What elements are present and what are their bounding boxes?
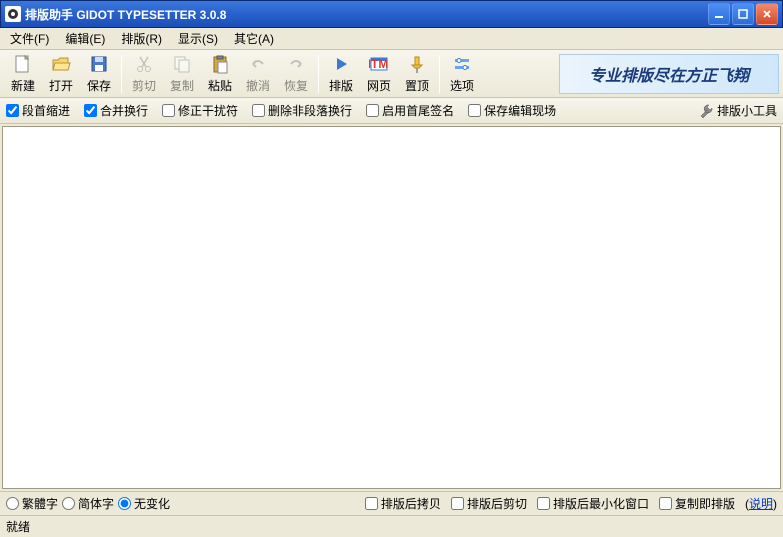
bottombar: 繁體字 简体字 无变化 排版后拷贝 排版后剪切 排版后最小化窗口 复制即排版 (… — [0, 491, 783, 515]
opt-indent[interactable]: 段首缩进 — [6, 102, 70, 119]
opt-enabsig[interactable]: 启用首尾签名 — [366, 102, 454, 119]
toolbar: 新建 打开 保存 剪切 复制 粘贴 撤消 恢复 排版 HTML 网页 置顶 — [0, 50, 783, 98]
window-title: 排版助手 GIDOT TYPESETTER 3.0.8 — [25, 6, 706, 23]
chk-copyafter[interactable] — [365, 497, 378, 510]
cut-button[interactable]: 剪切 — [126, 52, 162, 96]
close-button[interactable] — [756, 3, 778, 25]
chk-delnonpara[interactable] — [252, 104, 265, 117]
banner[interactable]: 专业排版尽在方正飞翔 — [559, 54, 779, 94]
undo-button[interactable]: 撤消 — [240, 52, 276, 96]
cut-icon — [133, 53, 155, 75]
copy-icon — [171, 53, 193, 75]
paste-icon — [209, 53, 231, 75]
undo-icon — [247, 53, 269, 75]
chk-indent[interactable] — [6, 104, 19, 117]
opt-fixsym[interactable]: 修正干扰符 — [162, 102, 238, 119]
menu-edit[interactable]: 编辑(E) — [57, 28, 113, 49]
paste-button[interactable]: 粘贴 — [202, 52, 238, 96]
menu-view[interactable]: 显示(S) — [170, 28, 226, 49]
open-button[interactable]: 打开 — [43, 52, 79, 96]
radio-trad[interactable]: 繁體字 — [6, 495, 58, 512]
options-button[interactable]: 选项 — [444, 52, 480, 96]
status-text: 就绪 — [6, 518, 30, 535]
open-icon — [50, 53, 72, 75]
opt-delnonpara[interactable]: 删除非段落换行 — [252, 102, 352, 119]
statusbar: 就绪 — [0, 515, 783, 537]
opt-savescene[interactable]: 保存编辑现场 — [468, 102, 556, 119]
maximize-button[interactable] — [732, 3, 754, 25]
opt-copytypeset[interactable]: 复制即排版 — [659, 495, 735, 512]
new-icon — [12, 53, 34, 75]
optionbar: 段首缩进 合并换行 修正干扰符 删除非段落换行 启用首尾签名 保存编辑现场 排版… — [0, 98, 783, 124]
html-icon: HTML — [368, 53, 390, 75]
copy-button[interactable]: 复制 — [164, 52, 200, 96]
html-button[interactable]: HTML 网页 — [361, 52, 397, 96]
save-button[interactable]: 保存 — [81, 52, 117, 96]
play-icon — [330, 53, 352, 75]
svg-text:HTML: HTML — [369, 57, 389, 71]
typeset-button[interactable]: 排版 — [323, 52, 359, 96]
radio-none[interactable]: 无变化 — [118, 495, 170, 512]
minimize-button[interactable] — [708, 3, 730, 25]
chk-fixsym[interactable] — [162, 104, 175, 117]
wrench-icon — [698, 103, 714, 119]
chk-copytypeset[interactable] — [659, 497, 672, 510]
app-icon — [5, 6, 21, 22]
pin-icon — [406, 53, 428, 75]
opt-minafter[interactable]: 排版后最小化窗口 — [537, 495, 649, 512]
separator — [121, 55, 122, 93]
menu-other[interactable]: 其它(A) — [226, 28, 282, 49]
menubar: 文件(F) 编辑(E) 排版(R) 显示(S) 其它(A) — [0, 28, 783, 50]
opt-copyafter[interactable]: 排版后拷贝 — [365, 495, 441, 512]
redo-button[interactable]: 恢复 — [278, 52, 314, 96]
separator — [318, 55, 319, 93]
charset-radios: 繁體字 简体字 无变化 — [6, 495, 170, 512]
text-editor[interactable] — [2, 126, 781, 489]
options-icon — [451, 53, 473, 75]
save-icon — [88, 53, 110, 75]
new-button[interactable]: 新建 — [5, 52, 41, 96]
separator — [439, 55, 440, 93]
menu-file[interactable]: 文件(F) — [2, 28, 57, 49]
titlebar: 排版助手 GIDOT TYPESETTER 3.0.8 — [0, 0, 783, 28]
chk-savescene[interactable] — [468, 104, 481, 117]
chk-merge[interactable] — [84, 104, 97, 117]
chk-enabsig[interactable] — [366, 104, 379, 117]
help-link[interactable]: 说明 — [749, 497, 773, 511]
chk-minafter[interactable] — [537, 497, 550, 510]
opt-merge[interactable]: 合并换行 — [84, 102, 148, 119]
menu-typeset[interactable]: 排版(R) — [113, 28, 170, 49]
chk-cutafter[interactable] — [451, 497, 464, 510]
radio-simp[interactable]: 简体字 — [62, 495, 114, 512]
opt-cutafter[interactable]: 排版后剪切 — [451, 495, 527, 512]
tool-link[interactable]: 排版小工具 — [698, 102, 777, 119]
redo-icon — [285, 53, 307, 75]
pin-button[interactable]: 置顶 — [399, 52, 435, 96]
help-paren: (说明) — [745, 495, 777, 512]
